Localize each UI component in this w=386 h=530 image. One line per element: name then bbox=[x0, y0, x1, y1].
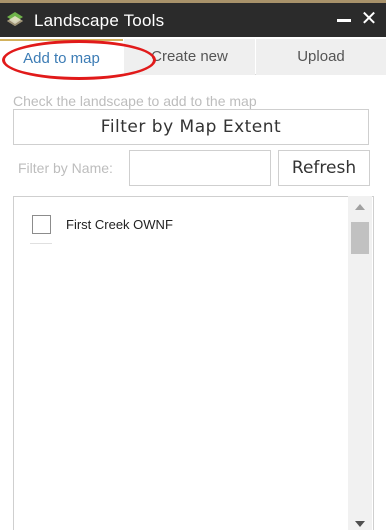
tab-add-to-map[interactable]: Add to map bbox=[0, 39, 123, 76]
scroll-down-arrow-icon[interactable] bbox=[348, 518, 372, 530]
filter-by-name-label: Filter by Name: bbox=[18, 160, 113, 176]
scroll-up-arrow-icon[interactable] bbox=[348, 196, 372, 218]
instruction-text: Check the landscape to add to the map bbox=[13, 93, 257, 109]
tab-create-new[interactable]: Create new bbox=[124, 39, 255, 75]
filter-by-map-extent-button[interactable]: Filter by Map Extent bbox=[13, 109, 369, 145]
minimize-icon[interactable] bbox=[333, 7, 355, 31]
tab-bar: Add to map Create new Upload bbox=[0, 37, 386, 76]
list-scrollbar[interactable] bbox=[348, 196, 372, 530]
window-title: Landscape Tools bbox=[34, 11, 165, 30]
list-divider bbox=[30, 243, 52, 244]
close-icon[interactable]: ✕ bbox=[358, 7, 380, 31]
landscape-layers-icon bbox=[7, 12, 23, 26]
landscape-name[interactable]: First Creek OWNF bbox=[66, 217, 173, 232]
tab-upload[interactable]: Upload bbox=[256, 39, 386, 75]
landscape-checkbox[interactable] bbox=[32, 215, 51, 234]
window-titlebar[interactable]: Landscape Tools ✕ bbox=[0, 3, 386, 37]
scroll-thumb[interactable] bbox=[351, 222, 369, 254]
refresh-button[interactable]: Refresh bbox=[278, 150, 370, 186]
landscape-list[interactable]: First Creek OWNF bbox=[13, 196, 374, 530]
filter-by-name-input[interactable] bbox=[129, 150, 271, 186]
